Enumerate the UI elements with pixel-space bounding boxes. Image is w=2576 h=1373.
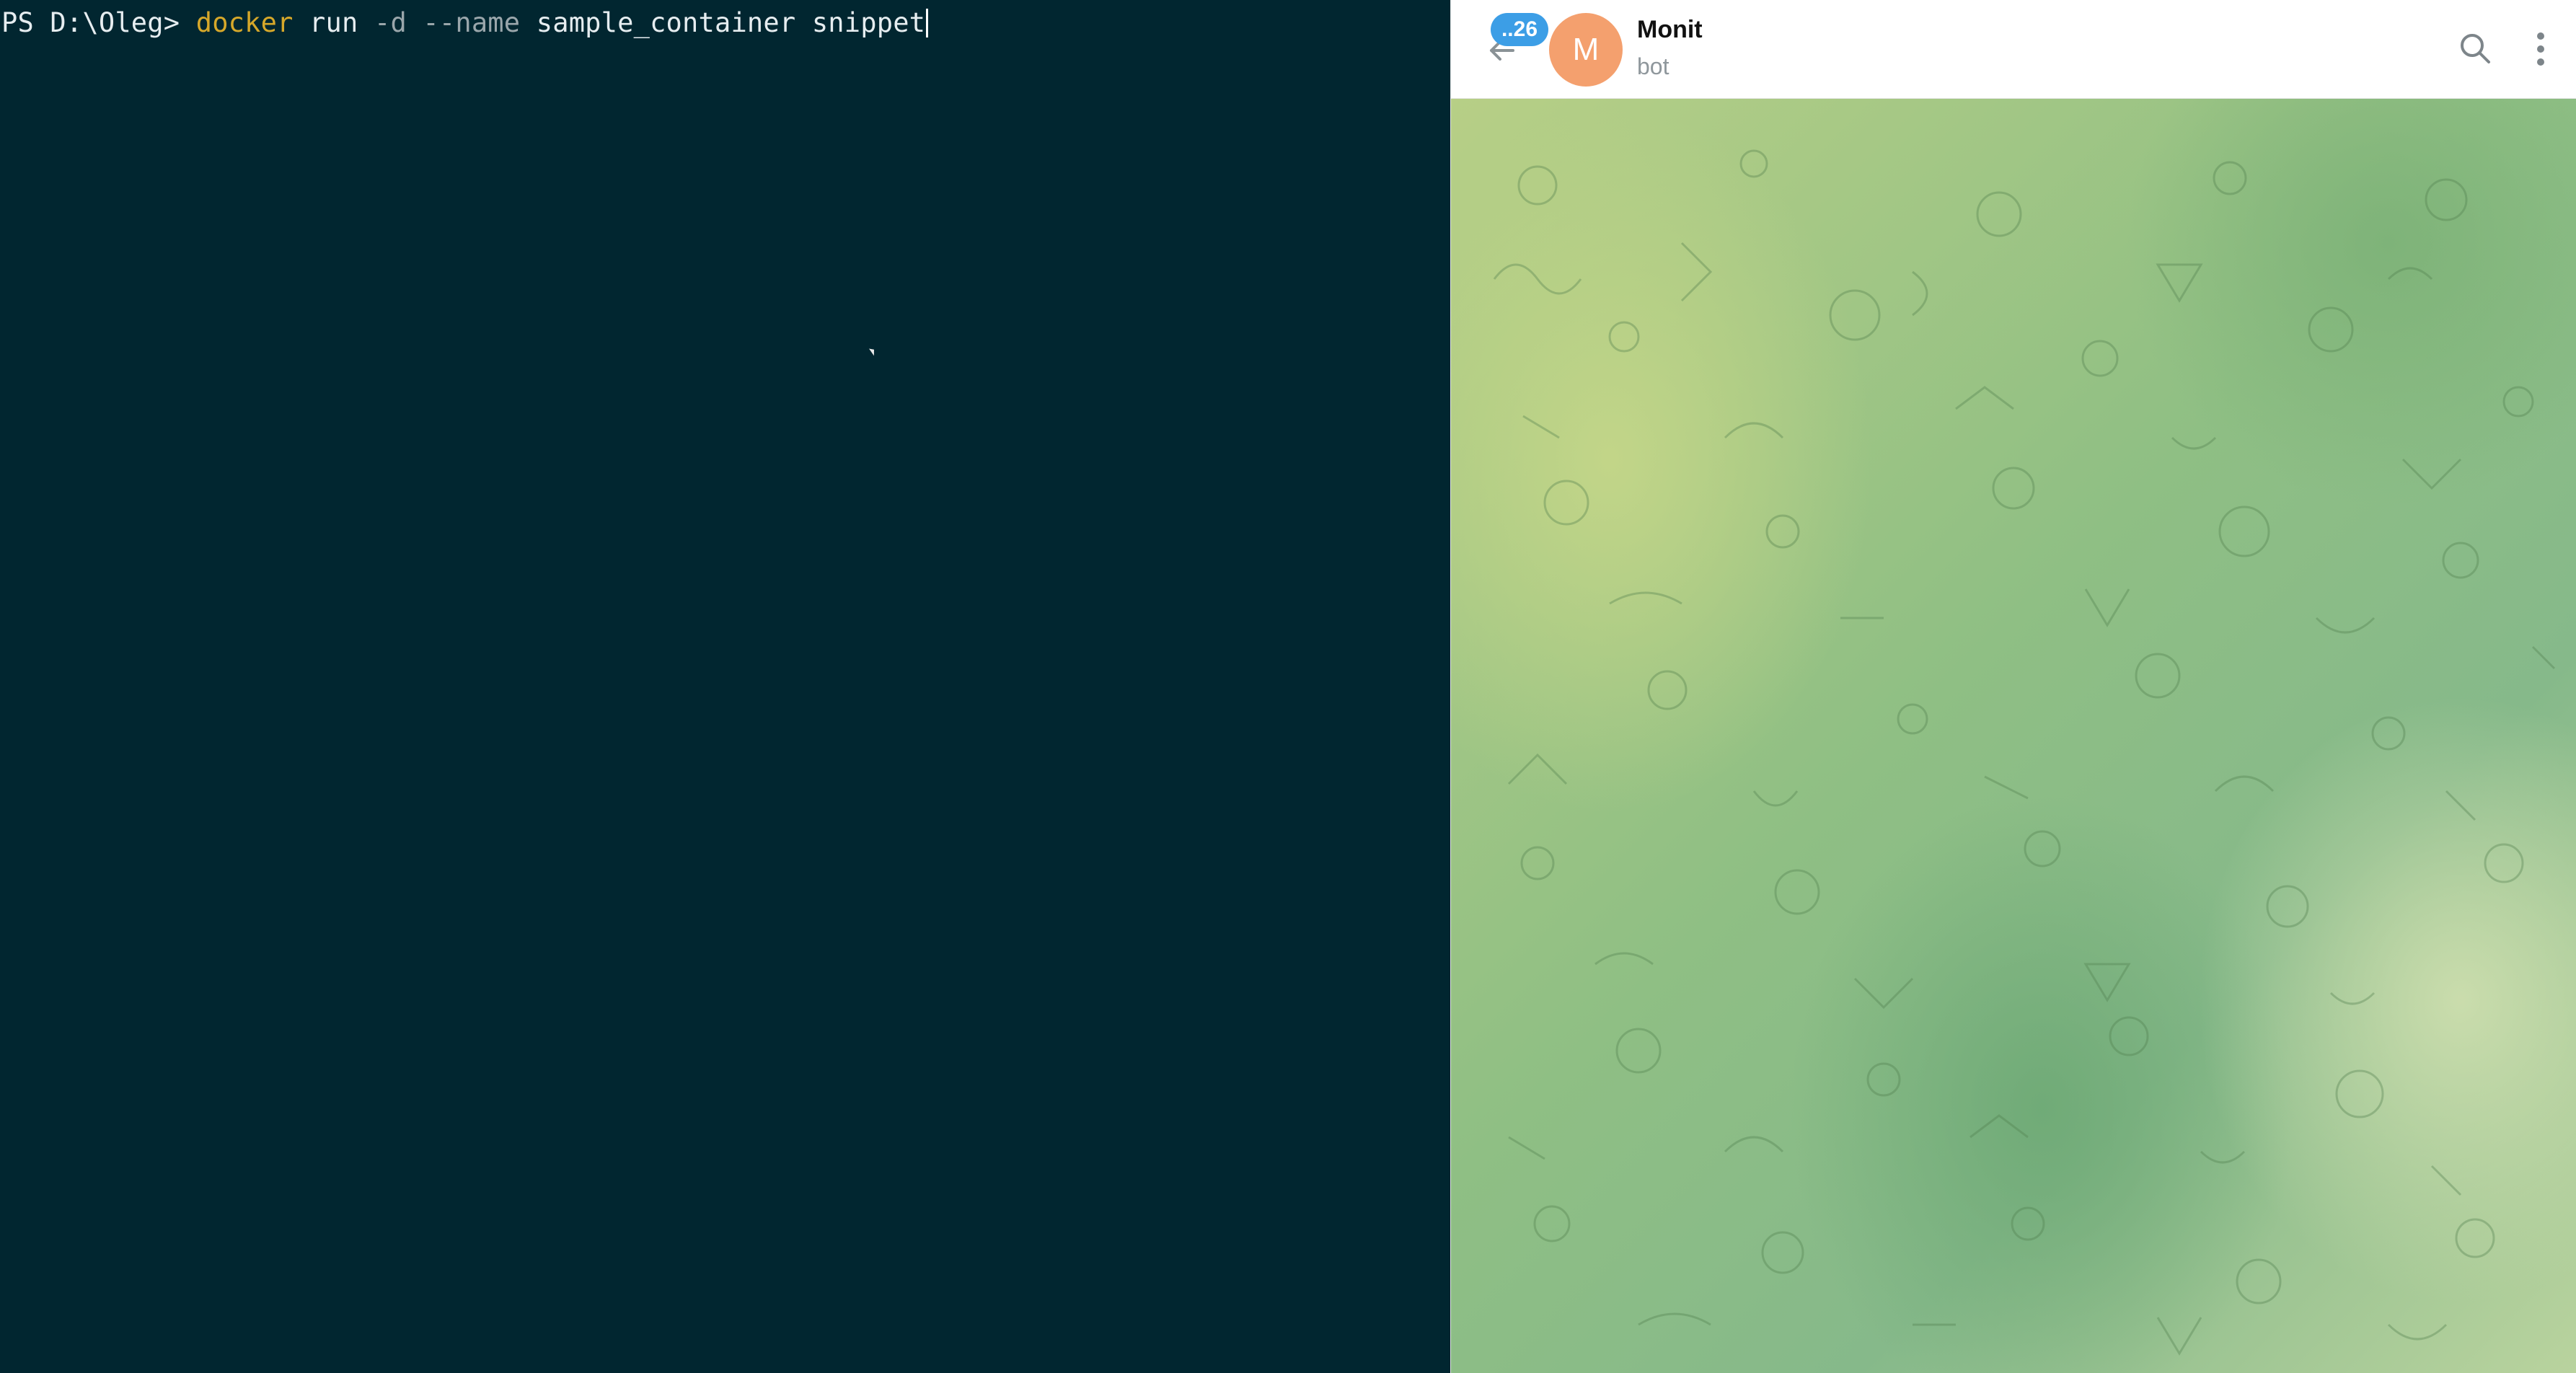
chat-status: bot [1637,53,1669,79]
prompt: PS D:\Oleg> [1,7,196,38]
command-flag-detach: -d [374,7,407,38]
command-subcommand: run [293,7,374,38]
unread-count-badge: ..26 [1491,13,1548,46]
doodle-pattern [1493,149,2556,1356]
more-menu-button[interactable] [2530,29,2551,69]
text-caret [926,9,929,37]
search-icon [2461,34,2490,63]
command-args: sample_container snippet [520,7,926,38]
avatar[interactable]: M [1549,13,1623,87]
command-name: docker [195,7,294,38]
mouse-pointer-icon [869,346,877,356]
command-flag-name: --name [423,7,521,38]
command-line[interactable]: PS D:\Oleg> docker run -d --name sample_… [1,6,929,40]
chat-background [1451,99,2576,1373]
terminal-pane[interactable]: PS D:\Oleg> docker run -d --name sample_… [0,0,1450,1373]
chat-title[interactable]: Monit [1637,16,1703,44]
more-vertical-icon [2537,32,2544,66]
chat-header: ..26 M Monit bot [1451,0,2576,99]
search-button[interactable] [2457,30,2495,68]
chat-pane: ..26 M Monit bot [1450,0,2576,1373]
command-space [407,7,423,38]
